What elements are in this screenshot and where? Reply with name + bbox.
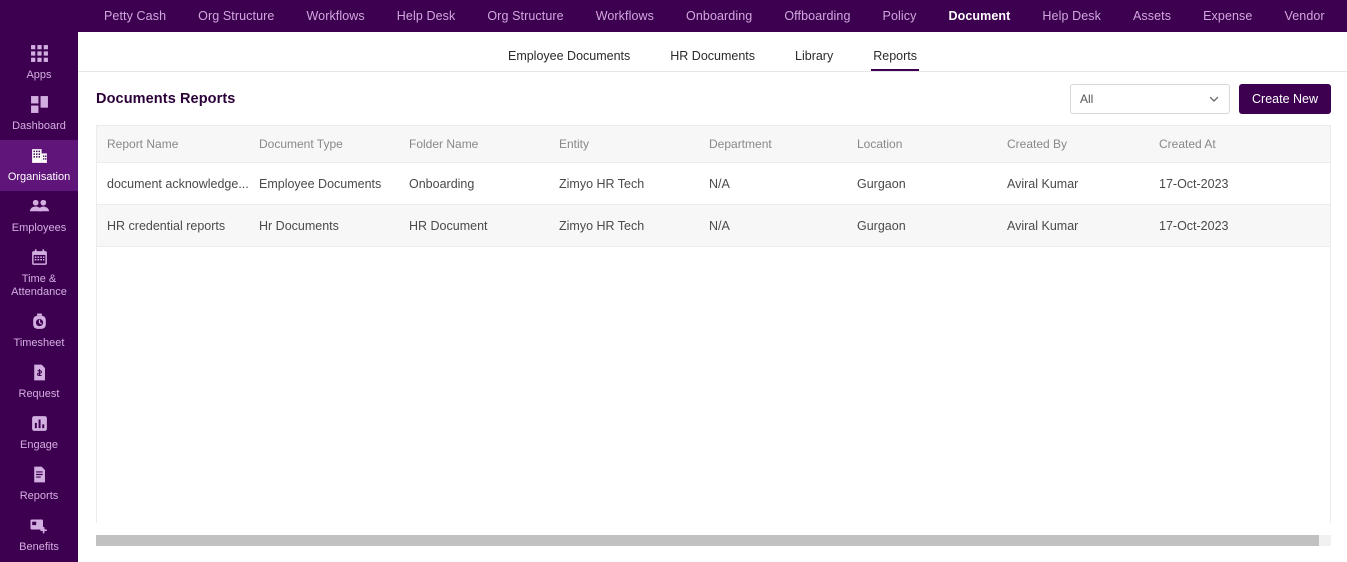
cell-document-type: Employee Documents [249, 162, 399, 205]
sidebar-item-time-attendance[interactable]: Time & Attendance [0, 242, 78, 306]
chevron-down-icon [1208, 93, 1220, 105]
cell-report-name: document acknowledge... [97, 162, 249, 205]
table-row[interactable]: HR credential reports Hr Documents HR Docu… [97, 204, 1330, 247]
table-row[interactable]: document acknowledge... Employee Document… [97, 162, 1330, 205]
sub-tab-bar: Employee Documents HR Documents Library Rep… [78, 32, 1347, 72]
topnav-item-expense[interactable]: Expense [1203, 9, 1252, 23]
filter-select-value: All [1080, 91, 1094, 106]
topnav-item-policy[interactable]: Policy [883, 9, 917, 23]
reports-table-container: Report Name Document Type Folder Name Entit… [96, 125, 1331, 523]
cell-entity: Zimyo HR Tech [549, 162, 699, 205]
create-new-button[interactable]: Create New [1239, 83, 1331, 114]
bar-chart-icon [2, 414, 76, 434]
cell-document-type: Hr Documents [249, 204, 399, 247]
sidebar-item-engage[interactable]: Engage [0, 408, 78, 459]
sidebar-item-label: Timesheet [13, 337, 65, 349]
column-header-created-by: Created By [997, 126, 1149, 163]
column-header-department: Department [699, 126, 847, 163]
report-page-icon [2, 465, 76, 485]
table-body: document acknowledge... Employee Document… [97, 162, 1330, 247]
benefits-add-icon [2, 516, 76, 536]
cell-location: Gurgaon [847, 162, 997, 205]
sidebar-item-label: Benefits [19, 541, 59, 553]
cell-created-at: 17-Oct-2023 [1149, 204, 1321, 247]
topnav-item-help-desk[interactable]: Help Desk [1042, 9, 1101, 23]
document-dollar-icon [2, 363, 76, 383]
topnav-item-org-structure[interactable]: Org Structure [487, 9, 563, 23]
cell-report-name: HR credential reports [97, 204, 249, 247]
cell-folder-name: HR Document [399, 204, 549, 247]
building-icon [2, 146, 76, 166]
sidebar-item-label: Organisation [7, 171, 71, 183]
topnav-item-workflows[interactable]: Workflows [596, 9, 654, 23]
sidebar-item-label: Request [18, 388, 60, 400]
sidebar-item-label: Engage [20, 439, 58, 451]
page-title: Documents Reports [96, 90, 236, 107]
clock-icon [2, 312, 76, 332]
app-root: Petty Cash Org Structure Workflows Help Des… [0, 0, 1347, 562]
sidebar-item-label: Dashboard [12, 120, 66, 132]
scrollbar-thumb[interactable] [96, 535, 1319, 546]
sidebar-item-request[interactable]: Request [0, 357, 78, 408]
column-header-document-type: Document Type [249, 126, 399, 163]
column-header-created-at: Created At [1149, 126, 1321, 163]
tab-hr-documents[interactable]: HR Documents [650, 49, 775, 71]
topnav-item-assets[interactable]: Assets [1133, 9, 1171, 23]
filter-select[interactable]: All [1070, 83, 1230, 114]
main-content-panel: Employee Documents HR Documents Library Rep… [78, 32, 1347, 562]
sidebar-item-label: Employees [11, 222, 67, 234]
cell-folder-name: Onboarding [399, 162, 549, 205]
page-header: Documents Reports All Create New [78, 72, 1347, 125]
cell-created-by: Aviral Kumar [997, 162, 1149, 205]
calendar-icon [2, 248, 76, 268]
tab-employee-documents[interactable]: Employee Documents [488, 49, 650, 71]
apps-grid-icon [2, 44, 76, 64]
topnav-item-vendor[interactable]: Vendor [1284, 9, 1324, 23]
column-header-actions [1321, 126, 1330, 163]
cell-department: N/A [699, 204, 847, 247]
cell-location: Gurgaon [847, 204, 997, 247]
sidebar-item-reports[interactable]: Reports [0, 459, 78, 510]
topnav-item-document[interactable]: Document [949, 9, 1011, 23]
topnav-item-petty-cash[interactable]: Petty Cash [104, 9, 166, 23]
people-icon [2, 197, 76, 217]
sidebar-item-organisation[interactable]: Organisation [0, 140, 78, 191]
row-actions-cell [1321, 162, 1330, 205]
sidebar-item-label: Apps [26, 69, 52, 81]
sidebar-item-apps[interactable]: Apps [0, 38, 78, 89]
topnav-item-workflows[interactable]: Workflows [306, 9, 364, 23]
cell-entity: Zimyo HR Tech [549, 204, 699, 247]
cell-created-at: 17-Oct-2023 [1149, 162, 1321, 205]
sidebar-item-label: Time & Attendance [11, 273, 67, 298]
table-head: Report Name Document Type Folder Name Entit… [97, 126, 1330, 163]
topnav-item-onboarding[interactable]: Onboarding [686, 9, 752, 23]
left-sidebar: Apps Dashboard Organisation Employees Ti… [0, 32, 78, 562]
tab-reports[interactable]: Reports [853, 49, 937, 71]
sidebar-item-label: Reports [19, 490, 59, 502]
topnav-item-org-structure[interactable]: Org Structure [198, 9, 274, 23]
top-navigation-bar: Petty Cash Org Structure Workflows Help Des… [0, 0, 1347, 32]
cell-department: N/A [699, 162, 847, 205]
topnav-item-help-desk[interactable]: Help Desk [397, 9, 456, 23]
row-actions-cell [1321, 204, 1330, 247]
column-header-report-name: Report Name [97, 126, 249, 163]
sidebar-item-employees[interactable]: Employees [0, 191, 78, 242]
tab-library[interactable]: Library [775, 49, 853, 71]
reports-table: Report Name Document Type Folder Name Entit… [97, 126, 1330, 247]
horizontal-scrollbar[interactable] [96, 535, 1331, 546]
column-header-location: Location [847, 126, 997, 163]
column-header-entity: Entity [549, 126, 699, 163]
topnav-item-offboarding[interactable]: Offboarding [784, 9, 850, 23]
column-header-folder-name: Folder Name [399, 126, 549, 163]
table-header-row: Report Name Document Type Folder Name Entit… [97, 126, 1330, 163]
dashboard-icon [2, 95, 76, 115]
sidebar-item-timesheet[interactable]: Timesheet [0, 306, 78, 357]
sidebar-item-benefits[interactable]: Benefits [0, 510, 78, 561]
header-actions: All Create New [1070, 83, 1331, 114]
sidebar-item-dashboard[interactable]: Dashboard [0, 89, 78, 140]
cell-created-by: Aviral Kumar [997, 204, 1149, 247]
